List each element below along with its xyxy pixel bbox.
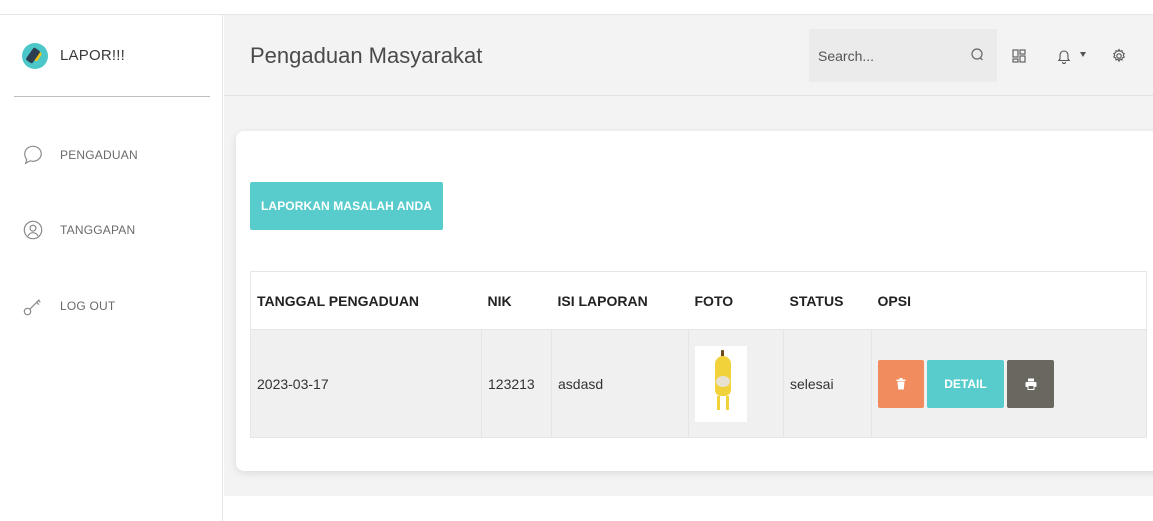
report-card: LAPORKAN MASALAH ANDA TANGGAL PENGADUAN …: [236, 131, 1153, 471]
top-header: Pengaduan Masyarakat: [224, 15, 1153, 96]
sidebar-item-label: TANGGAPAN: [60, 223, 136, 237]
sidebar-item-tanggapan[interactable]: TANGGAPAN: [22, 215, 135, 245]
trash-icon: [896, 377, 906, 389]
sidebar-item-pengaduan[interactable]: PENGADUAN: [22, 140, 138, 170]
column-header-foto: FOTO: [688, 271, 784, 330]
search-icon[interactable]: [969, 47, 985, 63]
sidebar-item-logout[interactable]: LOG OUT: [22, 291, 115, 321]
table-header-row: TANGGAL PENGADUAN NIK ISI LAPORAN FOTO S…: [250, 271, 1147, 330]
column-header-tanggal: TANGGAL PENGADUAN: [250, 271, 482, 330]
cell-isi: asdasd: [551, 329, 689, 438]
complaints-table: TANGGAL PENGADUAN NIK ISI LAPORAN FOTO S…: [250, 271, 1147, 438]
sidebar-item-label: PENGADUAN: [60, 148, 138, 162]
column-header-status: STATUS: [783, 271, 872, 330]
column-header-opsi: OPSI: [871, 271, 1147, 330]
page-title: Pengaduan Masyarakat: [250, 43, 483, 68]
key-icon: [23, 299, 41, 316]
sidebar: LAPOR!!! PENGADUAN TANGGAPAN LOG OUT: [0, 15, 223, 521]
delete-button[interactable]: [878, 359, 924, 408]
printer-icon: [1025, 378, 1036, 390]
table-row: 2023-03-17 123213 asdasd selesai DETAIL: [250, 329, 1147, 438]
footer-area: [224, 496, 1153, 521]
column-header-isi: ISI LAPORAN: [551, 271, 689, 330]
cell-status: selesai: [783, 329, 872, 438]
cell-tanggal: 2023-03-17: [250, 329, 482, 438]
brand[interactable]: LAPOR!!!: [14, 15, 210, 97]
brand-name: LAPOR!!!: [60, 47, 125, 64]
sidebar-item-label: LOG OUT: [60, 299, 116, 313]
main-content: LAPORKAN MASALAH ANDA TANGGAL PENGADUAN …: [224, 96, 1153, 496]
chat-bubble-icon: [24, 145, 42, 165]
brand-logo-icon: [22, 42, 48, 69]
report-photo[interactable]: [695, 345, 747, 422]
print-button[interactable]: [1007, 359, 1054, 408]
user-circle-icon: [23, 220, 43, 240]
search-input[interactable]: [809, 29, 959, 82]
gear-icon[interactable]: [1111, 48, 1127, 64]
cell-opsi: DETAIL: [871, 329, 1147, 438]
column-header-nik: NIK: [481, 271, 552, 330]
chevron-down-icon[interactable]: [1080, 52, 1086, 57]
cell-foto: [688, 329, 784, 438]
bell-icon[interactable]: [1056, 48, 1072, 64]
search-box: [809, 29, 997, 82]
report-problem-button[interactable]: LAPORKAN MASALAH ANDA: [250, 182, 443, 230]
dashboard-grid-icon[interactable]: [1011, 48, 1027, 64]
detail-button[interactable]: DETAIL: [927, 359, 1004, 408]
cell-nik: 123213: [481, 329, 552, 438]
